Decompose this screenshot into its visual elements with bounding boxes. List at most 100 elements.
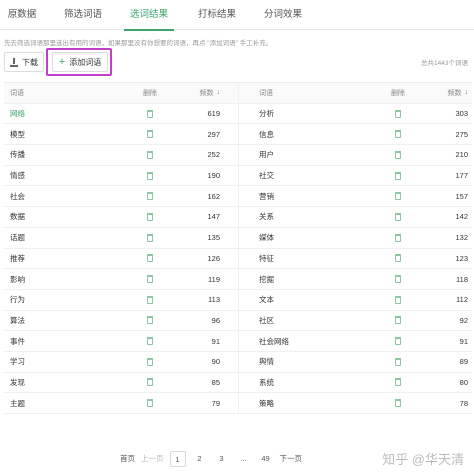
delete-button-right[interactable] <box>388 352 408 372</box>
delete-button-left[interactable] <box>140 145 160 165</box>
table-row: 情感 190 社交 177 <box>4 165 472 187</box>
tab-raw-data[interactable]: 原数据 <box>0 0 44 30</box>
trash-icon <box>147 233 153 242</box>
tab-tagging-result[interactable]: 打标结果 <box>192 0 242 30</box>
sort-desc-icon: ↓ <box>464 89 469 97</box>
delete-button-right[interactable] <box>388 393 408 413</box>
add-word-button[interactable]: + 添加词语 <box>52 52 108 72</box>
delete-button-right[interactable] <box>388 311 408 331</box>
count-right: 275 <box>455 129 468 139</box>
word-left: 情感 <box>10 171 25 181</box>
delete-button-right[interactable] <box>388 269 408 289</box>
header-word-right: 词语 <box>259 89 273 97</box>
word-left: 学习 <box>10 357 25 367</box>
delete-button-left[interactable] <box>140 393 160 413</box>
page-first[interactable]: 首页 <box>120 451 135 467</box>
word-right: 用户 <box>259 150 274 160</box>
delete-button-left[interactable] <box>140 186 160 206</box>
trash-icon <box>147 316 153 325</box>
column-divider <box>238 248 239 269</box>
trash-icon <box>147 399 153 408</box>
delete-button-right[interactable] <box>388 166 408 186</box>
delete-button-left[interactable] <box>140 104 160 124</box>
word-left: 数据 <box>10 212 25 222</box>
word-right: 分析 <box>259 109 274 119</box>
table-row: 推荐 126 特征 123 <box>4 248 472 270</box>
delete-button-right[interactable] <box>388 331 408 351</box>
hint-text: 先去筛选词语那里选出有用的词语，如果那里没有你想要的词语，再点 "添加词语" 手… <box>4 40 273 47</box>
word-right: 媒体 <box>259 233 274 243</box>
table-row: 发现 85 系统 80 <box>4 372 472 394</box>
trash-icon <box>395 295 401 304</box>
count-left: 90 <box>211 357 220 367</box>
page-1[interactable]: 1 <box>169 451 186 467</box>
page-49[interactable]: 49 <box>258 451 274 467</box>
delete-button-left[interactable] <box>140 207 160 227</box>
page-prev[interactable]: 上一页 <box>141 451 164 467</box>
delete-button-right[interactable] <box>388 373 408 393</box>
trash-icon <box>147 109 153 118</box>
column-divider <box>238 393 239 413</box>
header-count-left[interactable]: 频数 ↓ <box>164 83 221 103</box>
download-icon <box>10 57 18 67</box>
delete-button-right[interactable] <box>388 186 408 206</box>
delete-button-left[interactable] <box>140 228 160 248</box>
download-button[interactable]: 下载 <box>4 52 44 72</box>
page-next[interactable]: 下一页 <box>280 451 303 467</box>
word-left: 发现 <box>10 377 25 387</box>
delete-button-right[interactable] <box>388 249 408 269</box>
delete-button-right[interactable] <box>388 145 408 165</box>
count-right: 91 <box>459 336 468 346</box>
word-left: 模型 <box>10 129 25 139</box>
word-right: 舆情 <box>259 357 274 367</box>
delete-button-left[interactable] <box>140 331 160 351</box>
count-left: 96 <box>211 315 220 325</box>
trash-icon <box>395 337 401 346</box>
delete-button-right[interactable] <box>388 207 408 227</box>
header-count-label: 频数 <box>447 89 462 97</box>
page-3[interactable]: 3 <box>214 451 230 467</box>
word-left: 算法 <box>10 315 25 325</box>
header-count-right[interactable]: 频数 ↓ <box>412 83 469 103</box>
count-right: 80 <box>459 377 468 387</box>
delete-button-left[interactable] <box>140 124 160 144</box>
count-right: 78 <box>459 398 468 408</box>
delete-button-right[interactable] <box>388 124 408 144</box>
tab-bar: 原数据 筛选词语 选词结果 打标结果 分词效果 <box>0 0 474 31</box>
page-2[interactable]: 2 <box>192 451 208 467</box>
table-row: 行为 113 文本 112 <box>4 289 472 311</box>
sort-desc-icon: ↓ <box>216 89 221 97</box>
tab-filter-words[interactable]: 筛选词语 <box>58 0 108 30</box>
trash-icon <box>395 316 401 325</box>
table-row: 主题 79 策略 78 <box>4 393 472 414</box>
table-row: 社会 162 营销 157 <box>4 186 472 208</box>
delete-button-left[interactable] <box>140 373 160 393</box>
trash-icon <box>395 212 401 221</box>
delete-button-left[interactable] <box>140 311 160 331</box>
count-left: 619 <box>207 109 220 119</box>
word-right: 特征 <box>259 253 274 263</box>
word-right: 策略 <box>259 398 274 408</box>
word-right: 系统 <box>259 377 274 387</box>
column-divider <box>238 124 239 145</box>
delete-button-left[interactable] <box>140 290 160 310</box>
count-left: 162 <box>207 191 220 201</box>
count-right: 142 <box>455 212 468 222</box>
word-left[interactable]: 网络 <box>10 104 25 124</box>
word-right: 文本 <box>259 295 274 305</box>
table-row: 模型 297 信息 275 <box>4 124 472 146</box>
count-left: 135 <box>207 233 220 243</box>
delete-button-left[interactable] <box>140 352 160 372</box>
tab-segmentation-effect[interactable]: 分词效果 <box>258 0 308 30</box>
trash-icon <box>147 378 153 387</box>
column-divider <box>238 165 239 186</box>
delete-button-left[interactable] <box>140 269 160 289</box>
delete-button-left[interactable] <box>140 249 160 269</box>
delete-button-left[interactable] <box>140 166 160 186</box>
delete-button-right[interactable] <box>388 104 408 124</box>
delete-button-right[interactable] <box>388 228 408 248</box>
trash-icon <box>395 378 401 387</box>
count-right: 177 <box>455 171 468 181</box>
delete-button-right[interactable] <box>388 290 408 310</box>
tab-selection-result[interactable]: 选词结果 <box>124 0 174 31</box>
